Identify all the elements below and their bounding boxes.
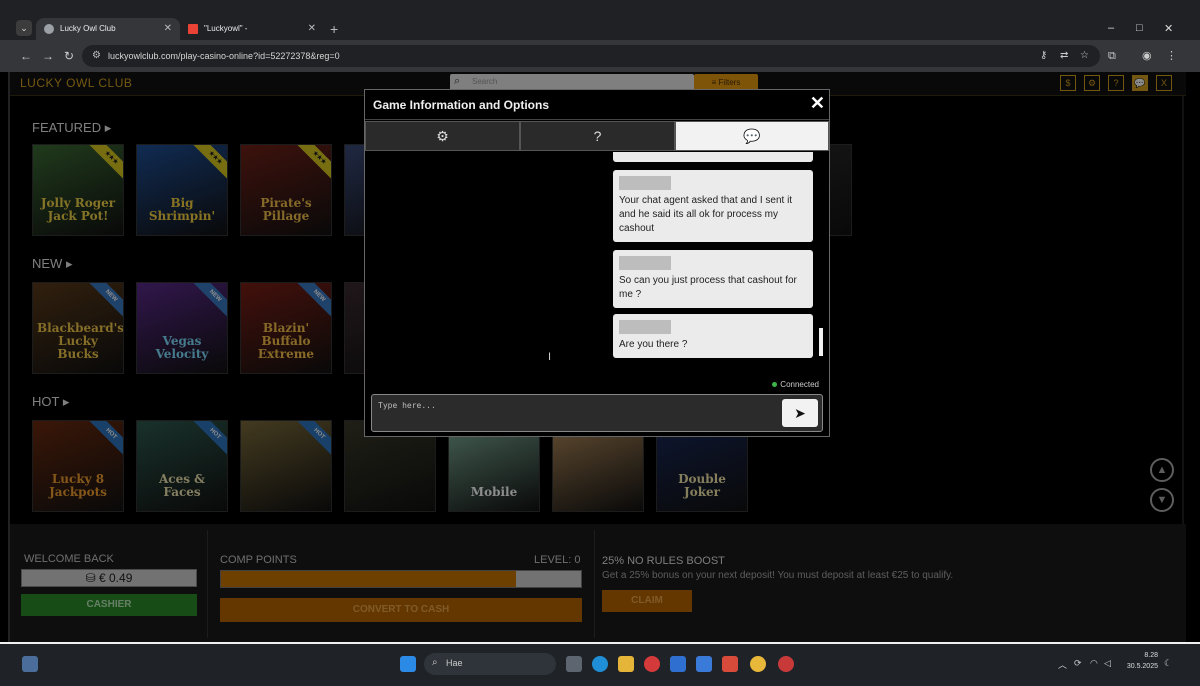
clock-date: 30.5.2025 [1126,663,1158,670]
notification-icon[interactable]: ☾ [1164,658,1172,669]
status-text: Connected [780,380,819,389]
url-text: luckyowlclub.com/play-casino-online?id=5… [108,51,340,61]
chat-scrollbar[interactable] [819,328,823,356]
redacted-sender [619,176,671,190]
modal-close-icon[interactable]: ✕ [810,93,825,114]
sync-icon[interactable]: ⟳ [1074,658,1082,669]
minimize-button[interactable]: – [1108,22,1114,34]
volume-icon[interactable]: ◁ [1104,658,1111,669]
tab-help-icon[interactable]: ? [520,121,675,151]
chat-bubble: Your chat agent asked that and I sent it… [613,170,813,242]
chrome-icon[interactable] [750,656,766,672]
maximize-button[interactable]: □ [1136,22,1143,34]
new-tab-button[interactable]: + [330,18,338,40]
clock-time: 8.28 [1144,652,1158,659]
bookmark-star-icon[interactable]: ☆ [1080,49,1089,63]
app-icon[interactable] [722,656,738,672]
modal-title: Game Information and Options [373,98,550,112]
vivaldi-icon[interactable] [644,656,660,672]
redacted-sender [619,320,671,334]
windows-taskbar: ⌕ Hae ︿ ⟳ ◠ ◁ 8.28 30.5.2025 ☾ [0,642,1200,686]
chat-messages[interactable]: Your chat agent asked that and I sent it… [365,152,829,372]
back-icon[interactable]: ← [20,48,32,64]
browser-toolbar: ← → ↻ ⚙ luckyowlclub.com/play-casino-onl… [0,40,1200,72]
message-text: Are you there ? [619,339,688,350]
word-icon[interactable] [696,656,712,672]
browser-tab-strip: ⌄ Lucky Owl Club ✕ "Luckyowl" - ✕ + – □ … [0,0,1200,40]
chat-message-input[interactable]: Type here... ➤ [371,394,823,432]
tab-chat-icon[interactable]: 💬 [675,121,829,151]
chat-bubble [613,152,813,162]
tab-close-icon[interactable]: ✕ [164,18,172,40]
forward-icon[interactable]: → [42,48,54,64]
send-icon[interactable]: ➤ [782,399,818,427]
edge-icon[interactable] [592,656,608,672]
game-info-modal: Game Information and Options ✕ ⚙ ? 💬 You… [364,89,830,437]
menu-dots-icon[interactable]: ⋮ [1166,48,1177,64]
windows-start-icon[interactable] [400,656,416,672]
text-cursor-icon: I [548,351,552,363]
chat-input-placeholder: Type here... [378,401,436,410]
search-icon: ⌕ [432,657,438,668]
app-icon[interactable] [778,656,794,672]
taskbar-search-placeholder: Hae [446,658,463,668]
redacted-sender [619,256,671,270]
close-window-button[interactable]: ✕ [1164,22,1173,35]
modal-header: Game Information and Options ✕ [365,90,829,120]
password-key-icon[interactable]: ⚷ [1040,49,1047,63]
tab-lucky-owl[interactable]: Lucky Owl Club ✕ [36,18,180,40]
site-info-icon[interactable]: ⚙ [92,50,104,62]
favicon-icon [44,24,54,34]
taskbar-search[interactable]: ⌕ Hae [424,653,556,675]
connection-status: Connected [772,380,819,389]
page-viewport: LUCKY OWL CLUB ⌕ Search ≡ Filters $ ⚙ ? … [0,72,1200,642]
widgets-icon[interactable] [22,656,38,672]
profile-icon[interactable]: ◉ [1142,48,1152,64]
address-bar[interactable]: ⚙ luckyowlclub.com/play-casino-online?id… [82,45,1100,67]
taskbar-clock[interactable]: 8.28 30.5.2025 [1118,650,1158,672]
tray-chevron-icon[interactable]: ︿ [1058,658,1067,671]
tab-title: Lucky Owl Club [60,24,116,33]
translate-icon[interactable]: ⇄ [1060,49,1068,63]
tab-gmail[interactable]: "Luckyowl" - ✕ [180,18,324,40]
reload-icon[interactable]: ↻ [64,48,74,64]
tab-settings-gear-icon[interactable]: ⚙ [365,121,520,151]
status-dot-icon [772,382,778,387]
chat-bubble: So can you just process that cashout for… [613,250,813,308]
message-text: Your chat agent asked that and I sent it… [619,195,793,234]
store-icon[interactable] [670,656,686,672]
message-text: So can you just process that cashout for… [619,275,797,300]
gmail-icon [188,24,198,34]
wifi-icon[interactable]: ◠ [1090,658,1098,669]
chat-bubble: Are you there ? [613,314,813,358]
modal-tabs: ⚙ ? 💬 [365,121,829,151]
tab-title: "Luckyowl" - [204,24,248,33]
extensions-icon[interactable]: ⧉ [1108,48,1116,64]
task-view-icon[interactable] [566,656,582,672]
file-explorer-icon[interactable] [618,656,634,672]
tab-close-icon[interactable]: ✕ [308,18,316,40]
tab-search-button[interactable]: ⌄ [16,20,32,36]
